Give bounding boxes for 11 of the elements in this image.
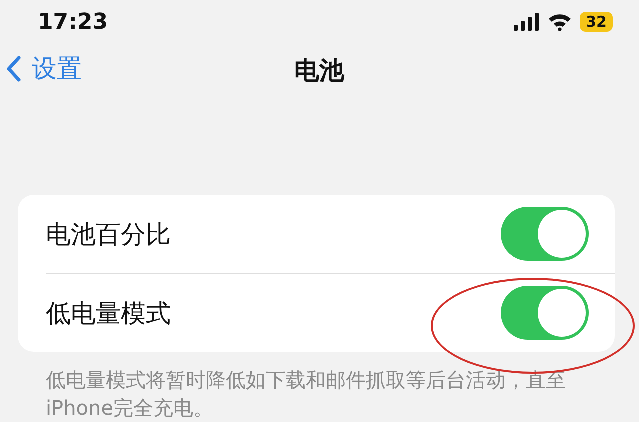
toggle-switch[interactable]: [501, 207, 589, 261]
toggle-switch[interactable]: [501, 286, 589, 340]
wifi-icon: [548, 13, 572, 31]
status-time: 17:23: [38, 10, 108, 34]
setting-label: 电池百分比: [46, 218, 171, 250]
back-button[interactable]: 设置: [6, 52, 82, 85]
setting-label: 低电量模式: [46, 298, 171, 330]
signal-icon: [514, 13, 540, 31]
chevron-left-icon: [6, 54, 22, 82]
page-title: 电池: [294, 54, 344, 86]
battery-level: 32: [580, 12, 613, 32]
